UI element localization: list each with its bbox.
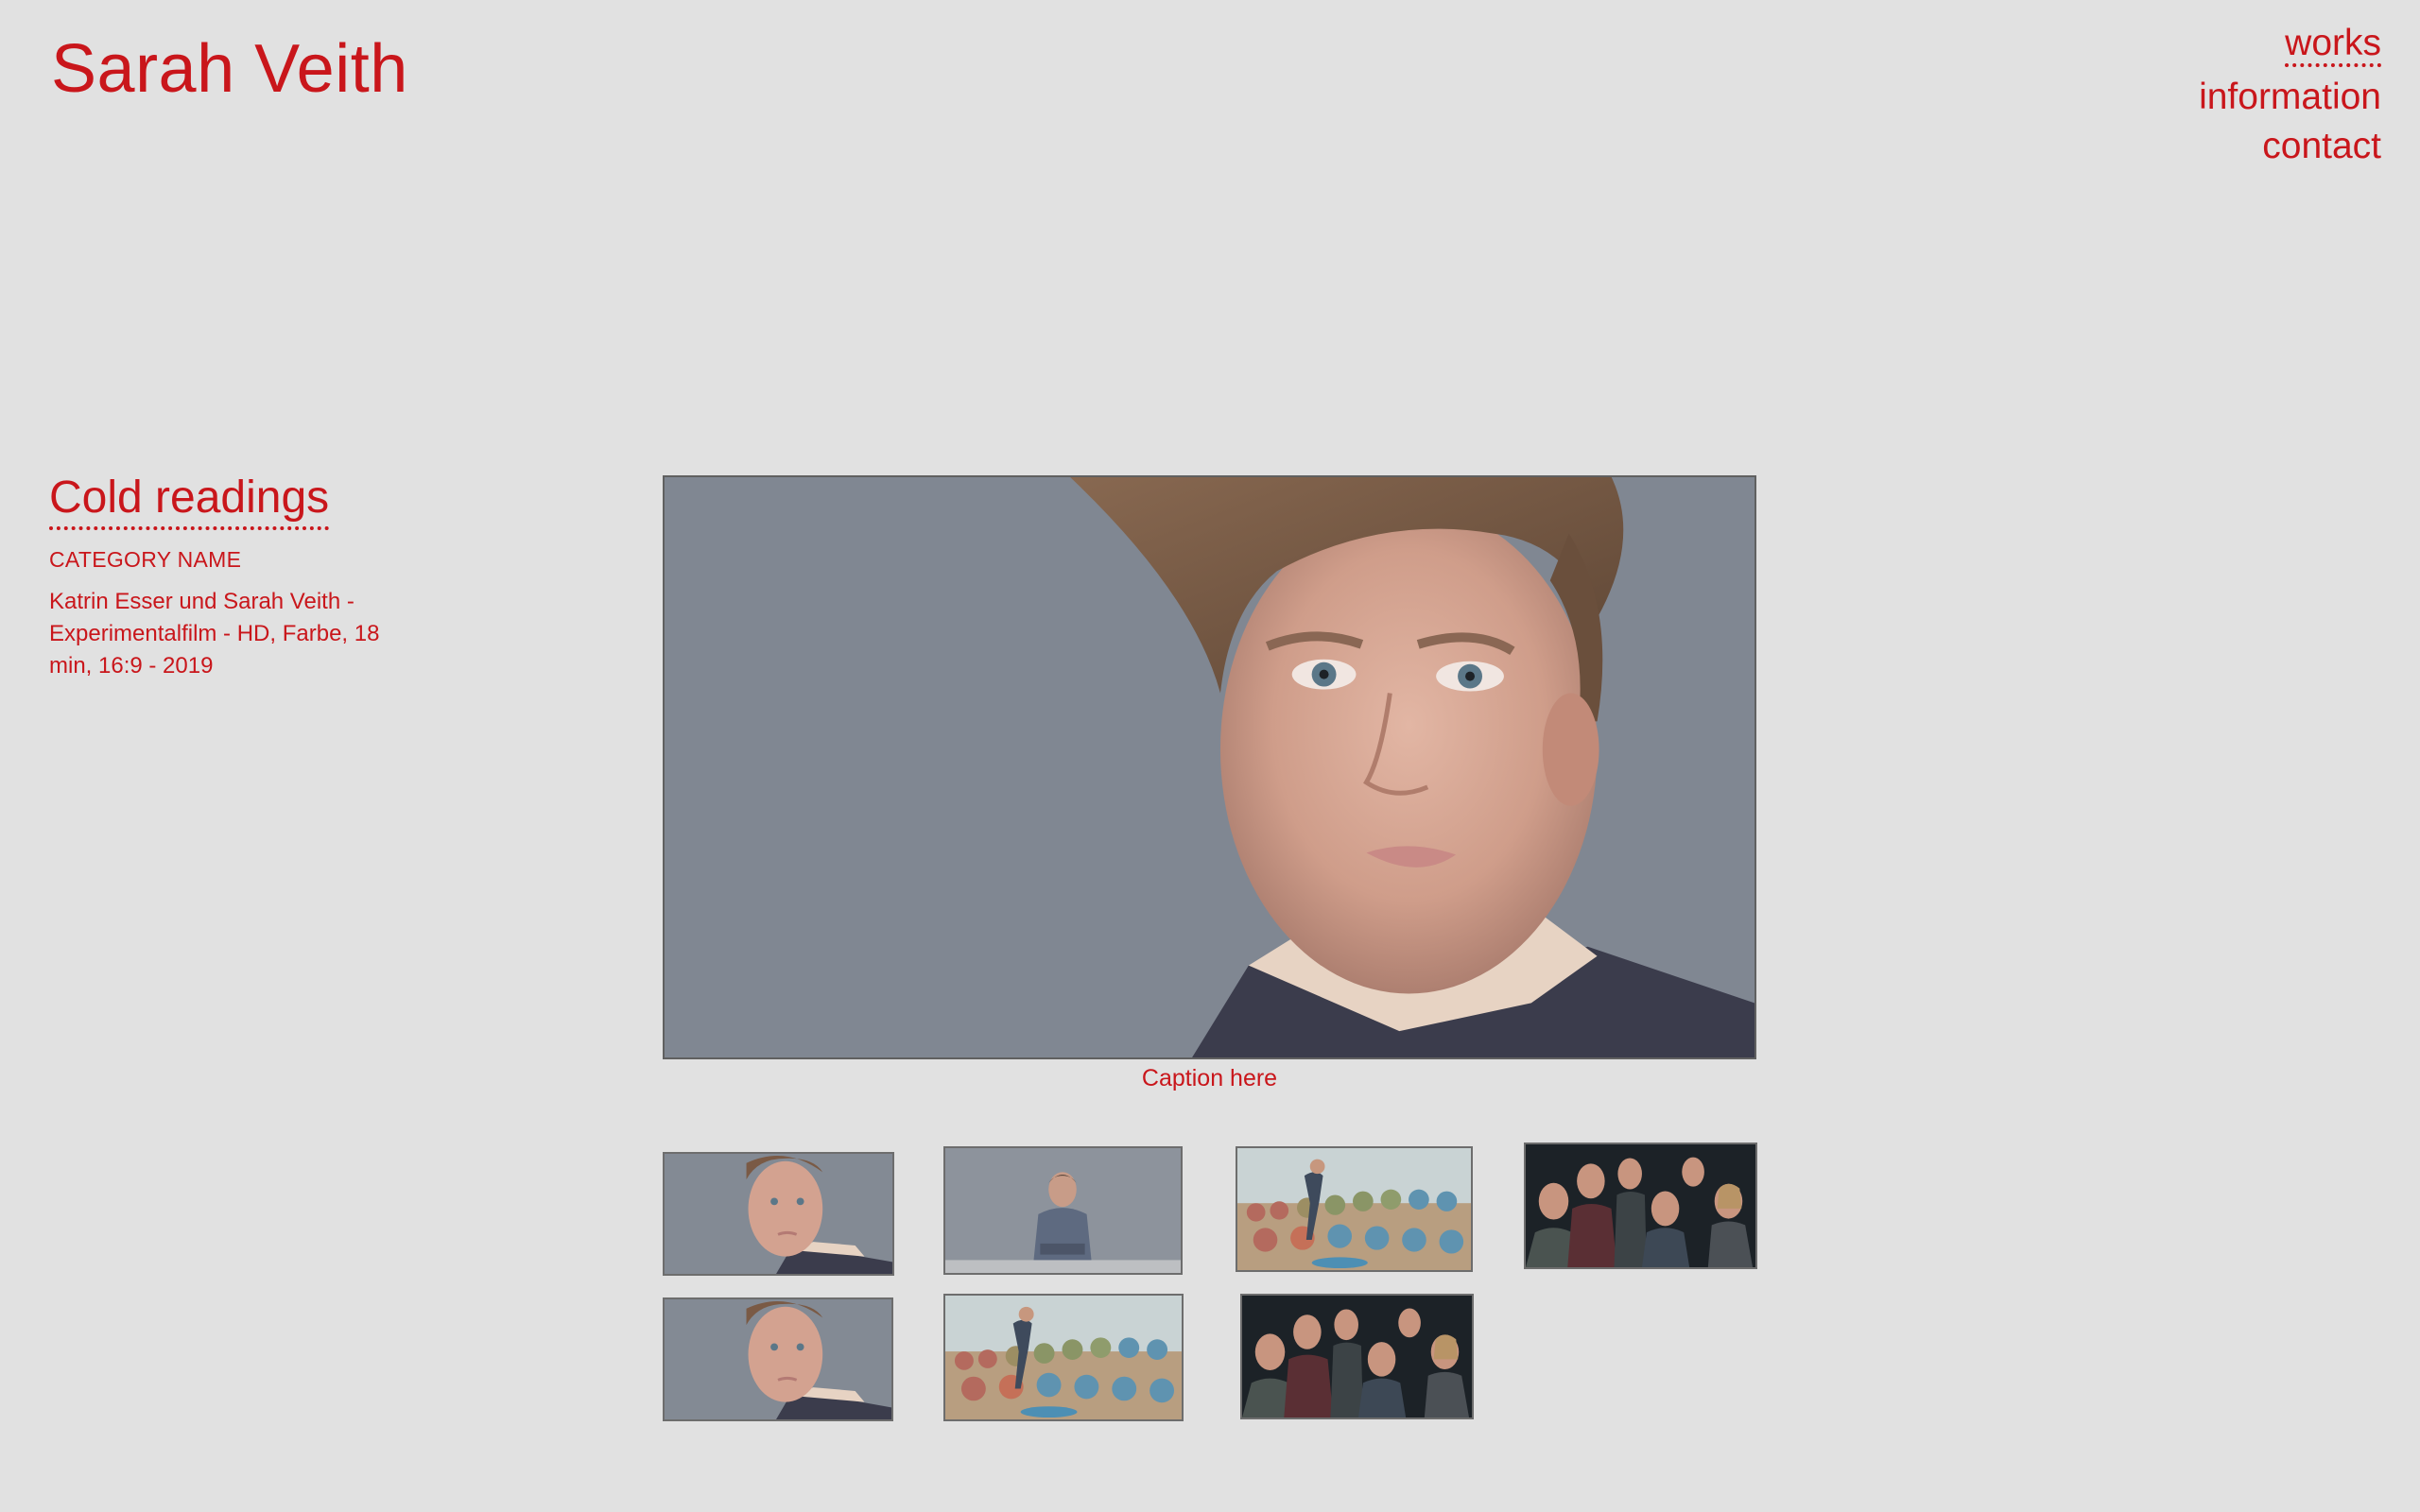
thumbnail-1[interactable] xyxy=(663,1152,894,1276)
nav-contact[interactable]: contact xyxy=(2199,122,2381,171)
main-image[interactable] xyxy=(663,475,1756,1059)
nav-works[interactable]: works xyxy=(2285,24,2381,67)
thumbnail-6[interactable] xyxy=(943,1294,1184,1421)
category-label: CATEGORY NAME xyxy=(49,547,242,572)
page: Sarah Veith works information contact Co… xyxy=(0,0,2420,1512)
woman-portrait-image xyxy=(665,1154,892,1274)
man-with-chairs-image xyxy=(1237,1148,1471,1270)
woman-portrait-image xyxy=(665,1299,891,1419)
thumbnail-4[interactable] xyxy=(1524,1143,1757,1269)
thumbnail-5[interactable] xyxy=(663,1297,893,1421)
group-of-actors-image xyxy=(1242,1296,1472,1418)
main-nav: works information contact xyxy=(2199,19,2381,171)
site-title[interactable]: Sarah Veith xyxy=(51,28,408,110)
group-of-actors-image xyxy=(1526,1144,1755,1267)
image-caption: Caption here xyxy=(1141,1065,1278,1091)
portrait-image xyxy=(665,477,1754,1057)
thumbnail-7[interactable] xyxy=(1240,1294,1474,1419)
man-seated-image xyxy=(945,1148,1181,1273)
work-info: Cold readings CATEGORY NAME Katrin Esser… xyxy=(49,470,427,682)
work-title[interactable]: Cold readings xyxy=(49,470,330,530)
man-with-chairs-image xyxy=(945,1296,1182,1419)
nav-information[interactable]: information xyxy=(2199,73,2381,122)
thumbnail-3[interactable] xyxy=(1236,1146,1473,1272)
work-description: Katrin Esser und Sarah Veith - Experimen… xyxy=(49,589,380,679)
thumbnail-2[interactable] xyxy=(943,1146,1183,1275)
